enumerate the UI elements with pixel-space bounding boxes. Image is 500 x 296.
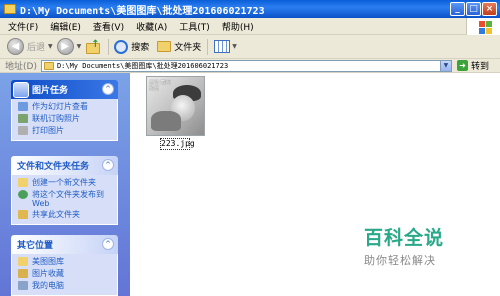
- back-button-label[interactable]: 后退: [27, 40, 45, 53]
- new-folder-icon: [18, 178, 28, 187]
- go-arrow-icon: ➜: [456, 60, 468, 71]
- toolbar-separator: [108, 38, 110, 55]
- address-dropdown-icon[interactable]: ▼: [440, 59, 452, 72]
- folders-button-label[interactable]: 文件夹: [174, 40, 201, 53]
- place-my-pictures[interactable]: 图片收藏: [18, 269, 117, 281]
- menu-edit[interactable]: 编辑(E): [50, 20, 81, 33]
- window-title: D:\My Documents\美图图库\批处理201606021723: [20, 5, 265, 17]
- menu-favorites[interactable]: 收藏(A): [136, 20, 167, 33]
- picture-tasks-title: 图片任务: [32, 86, 69, 96]
- task-label[interactable]: 打印图片: [32, 126, 64, 136]
- task-label[interactable]: 联机订购照片: [32, 114, 80, 124]
- slideshow-icon: [18, 102, 28, 111]
- menu-tools[interactable]: 工具(T): [179, 20, 210, 33]
- place-label[interactable]: 我的电脑: [32, 281, 64, 291]
- collapse-chevron-icon[interactable]: ^: [102, 83, 114, 95]
- collapse-chevron-icon[interactable]: ^: [102, 238, 114, 250]
- pictures-folder-icon: [18, 269, 28, 278]
- order-prints-icon: [18, 114, 28, 123]
- maximize-button[interactable]: □: [466, 2, 481, 16]
- views-icon[interactable]: [214, 40, 231, 53]
- toolbar-separator: [207, 38, 209, 55]
- close-button[interactable]: ×: [482, 2, 497, 16]
- folder-icon: [43, 61, 54, 70]
- address-label: 地址(D): [5, 62, 37, 72]
- forward-dropdown-icon[interactable]: ▼: [77, 43, 82, 50]
- address-bar: 地址(D) D:\My Documents\美图图库\批处理2016060217…: [0, 59, 500, 73]
- place-my-computer[interactable]: 我的电脑: [18, 281, 117, 293]
- back-arrow-icon[interactable]: ◀: [7, 38, 24, 55]
- folder-icon: [4, 4, 16, 14]
- place-meitu-gallery[interactable]: 美图图库: [18, 257, 117, 269]
- task-order-prints[interactable]: 联机订购照片: [18, 114, 117, 126]
- window-controls: _ □ ×: [450, 2, 497, 16]
- brand-watermark: 百科全说 助你轻松解决: [364, 223, 494, 268]
- task-label[interactable]: 将这个文件夹发布到 Web: [32, 190, 104, 208]
- watermark-title: 百科全说: [364, 227, 445, 249]
- file-tasks-header[interactable]: 文件和文件夹任务 ^: [11, 156, 118, 175]
- file-thumbnail[interactable]: 启动 截图 预览: [146, 76, 205, 136]
- computer-icon: [18, 281, 28, 290]
- menu-file[interactable]: 文件(F): [8, 20, 38, 33]
- menu-bar: 文件(F) 编辑(E) 查看(V) 收藏(A) 工具(T) 帮助(H): [0, 18, 500, 35]
- file-tasks-body: 创建一个新文件夹 将这个文件夹发布到 Web 共享此文件夹: [11, 175, 118, 225]
- place-label[interactable]: 美图图库: [32, 257, 64, 267]
- task-new-folder[interactable]: 创建一个新文件夹: [18, 178, 117, 190]
- file-tasks-title: 文件和文件夹任务: [17, 162, 90, 172]
- watermark-subtitle: 助你轻松解决: [364, 254, 436, 267]
- menu-help[interactable]: 帮助(H): [222, 20, 254, 33]
- menu-view[interactable]: 查看(V): [93, 20, 124, 33]
- file-name-label[interactable]: 223.jpg: [160, 138, 195, 150]
- back-dropdown-icon[interactable]: ▼: [48, 43, 53, 50]
- task-slideshow[interactable]: 作为幻灯片查看: [18, 102, 117, 114]
- picture-tasks-header[interactable]: 图片任务 ^: [11, 80, 118, 99]
- file-list-area[interactable]: 启动 截图 预览 223.jpg 百科全说 助你轻松解决: [135, 73, 500, 296]
- picture-tasks-body: 作为幻灯片查看 联机订购照片 打印图片: [11, 99, 118, 141]
- task-publish-web[interactable]: 将这个文件夹发布到 Web: [18, 190, 117, 210]
- windows-logo-icon: [466, 18, 500, 35]
- title-bar: D:\My Documents\美图图库\批处理201606021723 _ □…: [0, 0, 500, 18]
- other-places-panel: 其它位置 ^ 美图图库 图片收藏 我的电脑: [11, 235, 118, 296]
- toolbar: ◀ 后退 ▼ ▶ ▼ ↑ 搜索 文件夹 ▼: [0, 35, 500, 59]
- other-places-header[interactable]: 其它位置 ^: [11, 235, 118, 254]
- picture-tasks-panel: 图片任务 ^ 作为幻灯片查看 联机订购照片 打印图片: [11, 80, 118, 141]
- pictures-icon: [13, 81, 29, 98]
- task-label[interactable]: 作为幻灯片查看: [32, 102, 88, 112]
- other-places-title: 其它位置: [17, 241, 54, 251]
- address-path[interactable]: D:\My Documents\美图图库\批处理201606021723: [57, 61, 228, 71]
- task-print-pictures[interactable]: 打印图片: [18, 126, 117, 138]
- place-label[interactable]: 图片收藏: [32, 269, 64, 279]
- task-label[interactable]: 共享此文件夹: [32, 210, 80, 220]
- address-input[interactable]: D:\My Documents\美图图库\批处理201606021723: [40, 59, 441, 72]
- file-tasks-panel: 文件和文件夹任务 ^ 创建一个新文件夹 将这个文件夹发布到 Web 共享此文件夹: [11, 156, 118, 225]
- thumbnail-overlay-text: 启动 截图 预览: [149, 80, 171, 92]
- collapse-chevron-icon[interactable]: ^: [102, 159, 114, 171]
- other-places-body: 美图图库 图片收藏 我的电脑: [11, 254, 118, 296]
- folders-icon[interactable]: [157, 41, 172, 52]
- share-folder-icon: [18, 210, 28, 219]
- task-label[interactable]: 创建一个新文件夹: [32, 178, 96, 188]
- go-button-label: 转到: [470, 62, 489, 72]
- task-share-folder[interactable]: 共享此文件夹: [18, 210, 117, 222]
- search-button-label[interactable]: 搜索: [131, 40, 149, 53]
- task-pane: 图片任务 ^ 作为幻灯片查看 联机订购照片 打印图片 文件和文件夹任务 ^ 创建…: [0, 73, 130, 296]
- minimize-button[interactable]: _: [450, 2, 465, 16]
- go-button[interactable]: ➜ 转到: [456, 59, 489, 72]
- globe-icon: [18, 190, 28, 199]
- views-dropdown-icon[interactable]: ▼: [232, 43, 237, 50]
- folder-icon: [18, 257, 28, 266]
- up-folder-icon[interactable]: ↑: [85, 39, 101, 55]
- printer-icon: [18, 126, 28, 135]
- forward-arrow-icon[interactable]: ▶: [56, 38, 74, 55]
- search-icon[interactable]: [114, 39, 129, 54]
